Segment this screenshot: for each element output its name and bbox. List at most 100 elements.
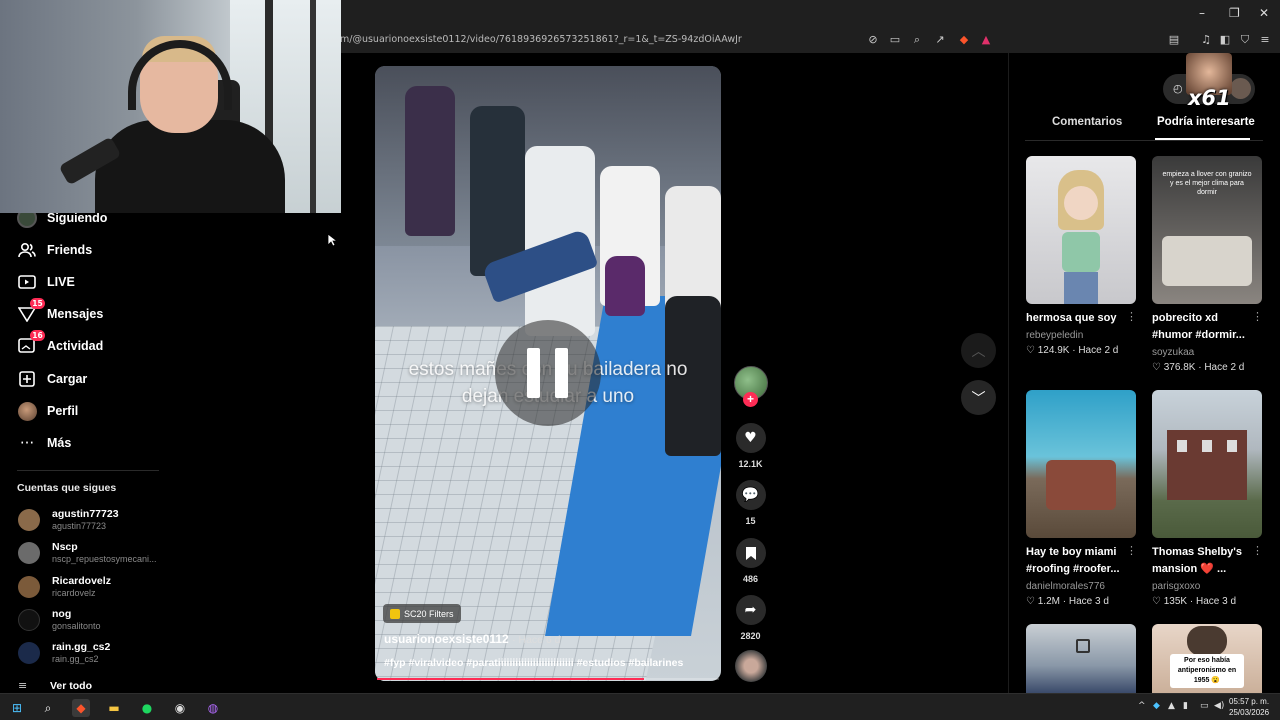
card-stats: ♡ 124.9K · Hace 2 d <box>1026 345 1119 356</box>
more-options-icon[interactable]: ⋮ <box>1252 310 1263 323</box>
sidebar-item-friends[interactable]: Friends <box>17 238 92 262</box>
video-progress-bar[interactable] <box>377 678 719 680</box>
media-icon[interactable]: ♫ <box>1199 33 1213 47</box>
tray-app-icon[interactable]: ◆ <box>1153 701 1160 711</box>
effect-chip[interactable]: SC20 Filters <box>383 604 461 623</box>
card-title[interactable]: pobrecito xd #humor #dormir... <box>1152 310 1256 344</box>
next-video-button[interactable]: ﹀ <box>961 380 996 415</box>
follow-plus-icon[interactable]: + <box>743 392 758 407</box>
cast-icon[interactable]: ▭ <box>888 33 902 47</box>
tab-comments[interactable]: Comentarios <box>1052 116 1122 128</box>
brave-shield-icon[interactable]: ◆ <box>957 33 971 47</box>
thumbnail-text: empieza a llover con granizo y es el mej… <box>1162 171 1252 196</box>
card-time: Hace 2 d <box>1204 362 1245 373</box>
more-options-icon[interactable]: ⋮ <box>1126 544 1137 557</box>
bookmark-icon[interactable] <box>735 538 766 568</box>
share-icon[interactable]: ↗ <box>933 33 947 47</box>
card-user[interactable]: rebeypeledin <box>1026 330 1083 341</box>
sidebar-item-label: Perfil <box>47 404 79 418</box>
pause-button[interactable] <box>495 320 601 426</box>
card-user[interactable]: soyzukaa <box>1152 347 1194 358</box>
network-icon[interactable]: ▭ <box>1200 701 1209 711</box>
video-thumbnail[interactable]: empieza a llover con granizo y es el mej… <box>1152 156 1262 304</box>
zoom-icon[interactable]: ⌕ <box>910 33 924 47</box>
followed-account[interactable]: Nscp nscp_repuestosymecani... <box>18 541 157 565</box>
reader-icon[interactable]: ▤ <box>1167 33 1181 47</box>
heart-icon[interactable]: ♥ <box>735 423 766 453</box>
url-text[interactable]: m/@usuarionoexsiste0112/video/7618936926… <box>340 34 742 45</box>
avatar <box>18 642 40 664</box>
share-button[interactable]: ➦ 2820 <box>733 595 768 641</box>
author-name[interactable]: usuarionoexsiste0112 <box>384 632 509 646</box>
vpn-icon[interactable]: ⛉ <box>1238 33 1252 47</box>
effect-label: SC20 Filters <box>404 608 454 619</box>
card-time: Hace 2 d <box>1078 345 1119 356</box>
active-tab-indicator <box>1155 138 1250 140</box>
card-title[interactable]: Hay te boy miami #roofing #roofer... <box>1026 544 1130 578</box>
video-thumbnail[interactable] <box>1026 390 1136 538</box>
previous-video-button[interactable]: ︿ <box>961 333 996 368</box>
video-thumbnail[interactable] <box>1026 624 1136 693</box>
video-time: Hace 6 d <box>518 634 561 646</box>
tab-recommended[interactable]: Podría interesarte <box>1157 116 1255 128</box>
spotify-icon[interactable]: ● <box>138 699 156 717</box>
like-button[interactable]: ♥ 12.1K <box>733 423 768 469</box>
sidebar-item-live[interactable]: LIVE <box>17 270 75 294</box>
volume-icon[interactable]: ◀) <box>1214 701 1224 711</box>
sidebar-item-more[interactable]: ··· Más <box>17 431 71 455</box>
video-caption[interactable]: #fyp #viralvideo #paratiiiiiiiiiiiiiiiii… <box>384 657 714 669</box>
brave-browser-icon[interactable]: ◆ <box>72 699 90 717</box>
followed-account[interactable]: agustin77723 agustin77723 <box>18 508 119 532</box>
activity-badge: 16 <box>30 330 45 341</box>
comment-icon[interactable]: 💬 <box>735 480 766 510</box>
sidebar-item-profile[interactable]: Perfil <box>17 399 78 423</box>
card-title[interactable]: hermosa que soy <box>1026 310 1130 327</box>
video-thumbnail[interactable] <box>1026 156 1136 304</box>
menu-icon[interactable]: ≡ <box>1258 33 1272 47</box>
upload-icon <box>17 369 37 389</box>
cursor-icon <box>327 233 337 247</box>
minimize-button[interactable]: – <box>1199 6 1205 20</box>
more-options-icon[interactable]: ⋮ <box>1252 544 1263 557</box>
obs-icon[interactable]: ◉ <box>171 699 189 717</box>
author-avatar-button[interactable]: + <box>733 366 768 407</box>
more-options-icon[interactable]: ⋮ <box>1126 310 1137 323</box>
comment-button[interactable]: 💬 15 <box>733 480 768 526</box>
search-icon[interactable]: ⌕ <box>39 699 57 717</box>
rewards-icon[interactable]: ▲ <box>979 33 993 47</box>
tray-app-icon[interactable]: ▲ <box>1168 701 1175 711</box>
taskbar-clock[interactable]: 05:57 p. m. 25/03/2026 <box>1229 696 1269 718</box>
card-time: Hace 3 d <box>1068 596 1109 607</box>
sidebar-item-upload[interactable]: Cargar <box>17 367 87 391</box>
windows-start-icon[interactable]: ⊞ <box>8 699 26 717</box>
sidebar-item-messages[interactable]: 15 Mensajes <box>17 298 104 326</box>
video-thumbnail[interactable] <box>1152 390 1262 538</box>
sidebar-item-activity[interactable]: 16 Actividad <box>17 330 103 358</box>
no-translate-icon[interactable]: ⊘ <box>866 33 880 47</box>
card-user[interactable]: parisgxoxo <box>1152 581 1200 592</box>
restore-button[interactable]: ❐ <box>1229 6 1240 20</box>
file-explorer-icon[interactable]: ▬ <box>105 699 123 717</box>
see-all-label: Ver todo <box>50 679 93 692</box>
share-arrow-icon[interactable]: ➦ <box>735 595 766 625</box>
sidebar-icon[interactable]: ◧ <box>1218 33 1232 47</box>
card-title[interactable]: Thomas Shelby's mansion ❤️ ... <box>1152 544 1256 578</box>
card-user[interactable]: danielmorales776 <box>1026 581 1105 592</box>
followed-account[interactable]: rain.gg_cs2 rain.gg_cs2 <box>18 641 110 665</box>
see-all-link[interactable]: ≡ Ver todo <box>18 679 92 692</box>
tray-chevron-icon[interactable]: ^ <box>1138 701 1146 711</box>
video-thumbnail[interactable]: Por eso había antiperonismo en 1955 😮 <box>1152 624 1262 693</box>
tray-app-icon[interactable]: ▮ <box>1183 701 1188 711</box>
followed-account[interactable]: Ricardovelz ricardovelz <box>18 575 111 599</box>
share-count: 2820 <box>740 631 761 641</box>
sidebar-item-label: Mensajes <box>47 307 104 321</box>
video-author[interactable]: usuarionoexsiste0112 · Hace 6 d <box>384 632 561 646</box>
followed-account[interactable]: nog gonsalitonto <box>18 608 101 632</box>
account-name: agustin77723 <box>52 508 119 520</box>
multiplier-badge: x61 <box>1188 86 1231 110</box>
close-button[interactable]: ✕ <box>1259 6 1269 20</box>
sound-disc-button[interactable] <box>733 650 768 682</box>
webcam-overlay <box>0 0 341 213</box>
save-button[interactable]: 486 <box>733 538 768 584</box>
twitch-app-icon[interactable]: ◍ <box>204 699 222 717</box>
